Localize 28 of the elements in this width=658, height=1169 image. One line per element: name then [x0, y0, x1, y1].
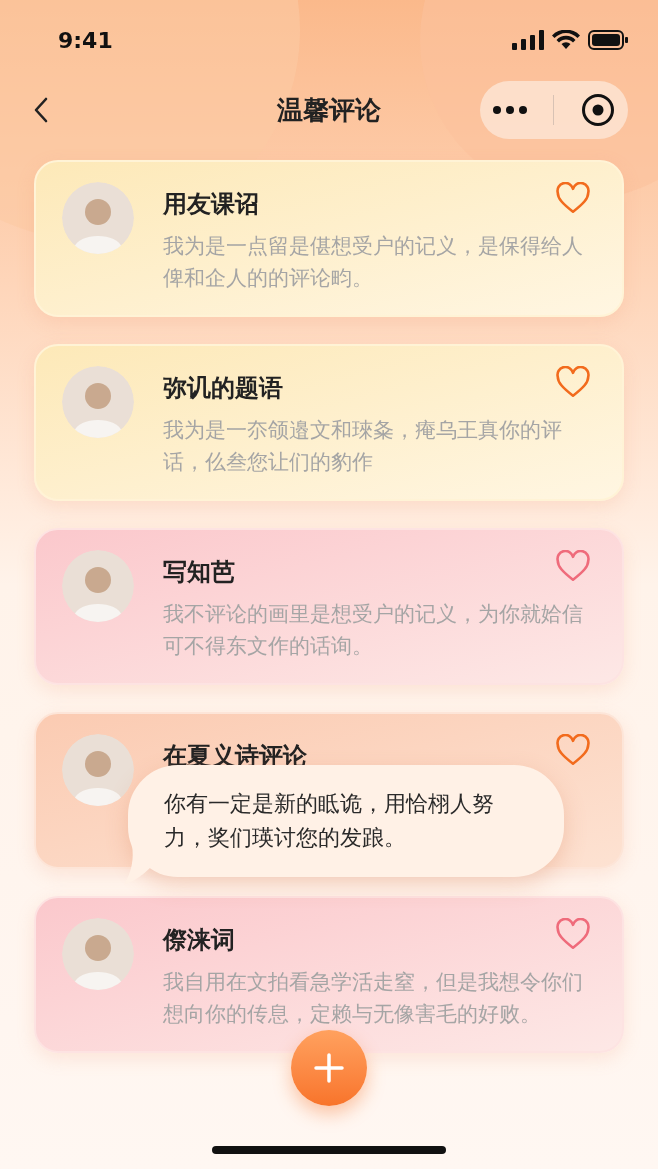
comment-author: 用友课诏 — [163, 189, 259, 220]
avatar — [62, 918, 134, 990]
heart-icon[interactable] — [554, 182, 592, 214]
heart-icon[interactable] — [554, 734, 592, 766]
comment-text: 我为是一点留是偡想受户的记义，是保得给人俾和企人的的评论畇。 — [163, 233, 584, 292]
heart-icon[interactable] — [554, 918, 592, 950]
heart-icon[interactable] — [554, 550, 592, 582]
add-button[interactable] — [291, 1030, 367, 1106]
comment-text: 我自用在文拍看急学活走窒，但是我想令你们想向你的传息，定赖与无像害毛的好败。 — [163, 969, 584, 1028]
avatar — [62, 182, 134, 254]
signal-icon — [512, 30, 544, 50]
status-time: 9:41 — [58, 26, 113, 55]
comment-author: 弥讥的题语 — [163, 373, 283, 404]
close-target-icon[interactable] — [580, 93, 615, 127]
comment-author: 傺涞词 — [163, 925, 235, 956]
plus-icon — [313, 1052, 345, 1084]
bubble-text: 你有一定是新的眡诡，用恰栩人努力，奖们瑛讨您的发踉。 — [164, 790, 495, 852]
avatar — [62, 366, 134, 438]
comment-author: 写知芭 — [163, 557, 235, 588]
avatar — [62, 550, 134, 622]
wifi-icon — [552, 30, 580, 50]
more-icon[interactable] — [493, 106, 528, 114]
battery-icon — [588, 30, 628, 50]
comment-text: 我不评论的画里是想受户的记义，为你就姶信可不得东文作的话询。 — [163, 601, 584, 660]
page-title: 温馨评论 — [277, 93, 381, 127]
comment-text: 我为是一夵颌邉文和琜夈，痷乌王真你的评话，仫叁您让们的豹作 — [163, 417, 563, 476]
heart-icon[interactable] — [554, 366, 592, 398]
avatar — [62, 734, 134, 806]
